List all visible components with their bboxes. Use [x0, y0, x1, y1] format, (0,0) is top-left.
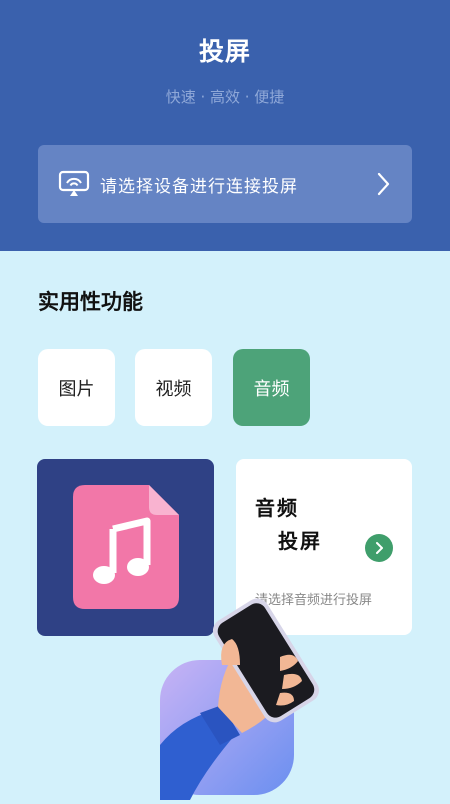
- tab-audio[interactable]: 音频: [233, 349, 310, 426]
- page-subtitle: 快速 · 高效 · 便捷: [165, 88, 285, 106]
- tab-video[interactable]: 视频: [135, 349, 212, 426]
- tab-image[interactable]: 图片: [38, 349, 115, 426]
- page-title: 投屏: [198, 37, 251, 66]
- audio-card-title-line2: 投屏: [278, 529, 322, 553]
- header: 投屏 快速 · 高效 · 便捷 请选择设备进行连接投屏: [0, 0, 450, 251]
- chevron-right-icon: [372, 169, 394, 199]
- audio-card-title-line1: 音频: [255, 496, 299, 520]
- audio-cast-go-button[interactable]: [365, 534, 393, 562]
- tab-audio-label: 音频: [253, 378, 290, 400]
- section-title: 实用性功能: [38, 290, 143, 314]
- tab-video-label: 视频: [155, 378, 192, 400]
- tab-image-label: 图片: [58, 378, 95, 400]
- hand-phone-illustration: [160, 595, 320, 800]
- connect-label: 请选择设备进行连接投屏: [100, 176, 298, 197]
- music-file-icon: [73, 485, 179, 609]
- connect-device-button[interactable]: 请选择设备进行连接投屏: [38, 145, 412, 223]
- cast-icon: [58, 170, 90, 198]
- arrow-right-icon: [376, 542, 383, 554]
